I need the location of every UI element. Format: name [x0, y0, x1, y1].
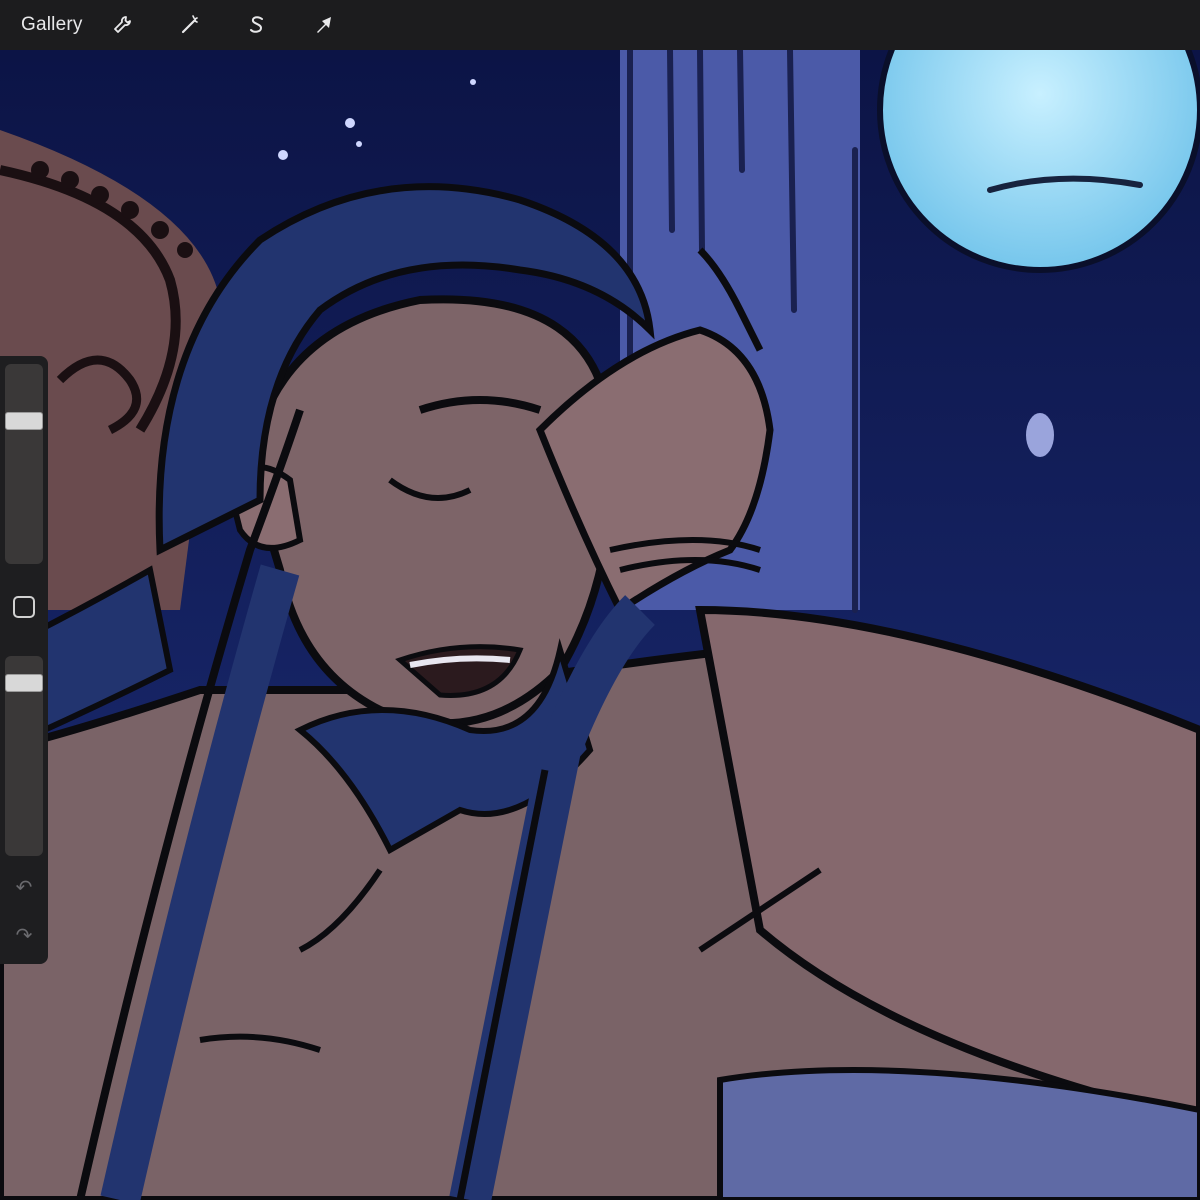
brush-sidebar: ↶ ↷: [0, 356, 48, 964]
arrow-cursor-icon: [316, 17, 331, 33]
gallery-button[interactable]: Gallery: [21, 14, 83, 36]
magic-wand-icon: [181, 15, 198, 34]
artwork: [0, 50, 1200, 1200]
wrench-icon: [113, 16, 131, 33]
actions-button[interactable]: [105, 7, 141, 43]
transform-button[interactable]: [306, 7, 342, 43]
top-toolbar: Gallery: [0, 0, 1200, 50]
brush-size-handle[interactable]: [5, 412, 43, 430]
selection-button[interactable]: [239, 7, 275, 43]
redo-icon[interactable]: ↷: [13, 924, 35, 947]
undo-icon[interactable]: ↶: [13, 876, 35, 899]
adjustments-button[interactable]: [172, 7, 208, 43]
opacity-handle[interactable]: [5, 674, 43, 692]
selection-s-icon: [249, 16, 263, 33]
modify-square-icon[interactable]: [13, 596, 35, 618]
brush-size-slider[interactable]: [5, 364, 43, 564]
drawing-canvas[interactable]: [0, 50, 1200, 1200]
